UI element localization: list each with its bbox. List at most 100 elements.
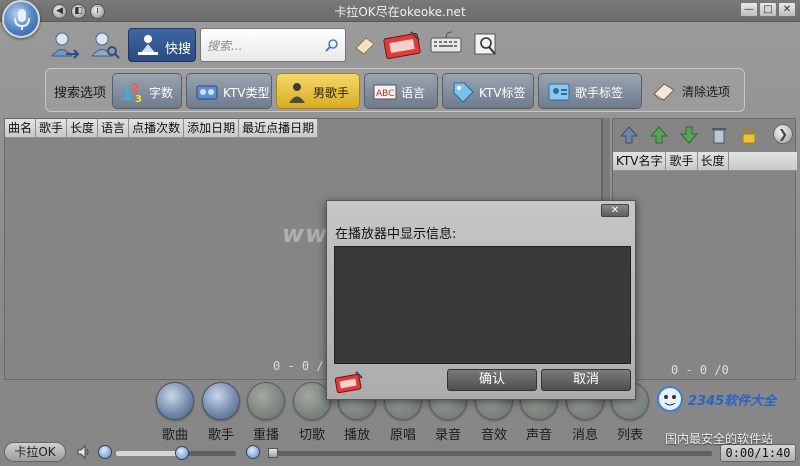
progress-handle[interactable] (268, 448, 278, 458)
option-digits-button[interactable]: 1 2 3 字数 (112, 73, 182, 109)
singers-label: 歌手 (207, 428, 234, 443)
column-last-played[interactable]: 最近点播日期 (239, 119, 319, 138)
search-box[interactable] (200, 28, 346, 62)
person-pointer-icon (138, 35, 158, 55)
clear-options-button[interactable]: 清除选项 (646, 73, 742, 109)
brand-logo-text: 2345软件大全 (688, 394, 777, 409)
volume-up-icon[interactable] (246, 445, 260, 459)
dialog-title: 在播放器中显示信息: (335, 227, 457, 242)
song-pager: 0 - 0 / (273, 359, 324, 373)
play-label: 播放 (343, 428, 370, 443)
keyboard-icon[interactable] (430, 30, 462, 60)
user-search-alt-icon[interactable] (90, 30, 120, 60)
close-button[interactable]: ✕ (778, 2, 796, 17)
playback-progress-bar[interactable] (268, 448, 712, 458)
svg-text:ABC: ABC (376, 89, 394, 99)
option-ktv-type-button[interactable]: KTV类型 (186, 73, 272, 109)
songs-button[interactable] (156, 382, 194, 420)
songs-label: 歌曲 (161, 428, 188, 443)
eraser-icon (653, 83, 675, 101)
playlist-pager: 0 - 0 /0 (671, 363, 729, 377)
cancel-button[interactable]: 取消 (541, 369, 631, 391)
column-ktv-name[interactable]: KTV名字 (613, 152, 667, 171)
microphone-logo[interactable] (2, 0, 40, 38)
search-icon[interactable] (325, 38, 339, 52)
option-ktv-tag-label: KTV标签 (479, 86, 526, 100)
song-table-header: 曲名 歌手 长度 语言 点播次数 添加日期 最近点播日期 (5, 119, 319, 138)
record-label: 录音 (434, 428, 461, 443)
replay-label: 重播 (252, 428, 279, 443)
singers-button[interactable] (202, 382, 240, 420)
ktv-tag-icon (453, 82, 474, 103)
move-down-icon[interactable] (679, 125, 699, 145)
column-title[interactable]: 曲名 (5, 119, 37, 138)
playlist-toolbar: ❯ (613, 119, 797, 151)
option-male-singer-label: 男歌手 (313, 86, 350, 100)
volume-down-icon[interactable] (98, 445, 112, 459)
column-language[interactable]: 语言 (98, 119, 130, 138)
karaoke-brand-button[interactable]: 卡拉OK (4, 442, 66, 462)
column-playlist-singer[interactable]: 歌手 (666, 152, 698, 171)
brand-tagline: 国内最安全的软件站 (665, 432, 774, 446)
move-top-icon[interactable] (619, 125, 639, 145)
option-singer-tag-button[interactable]: 歌手标签 (538, 73, 642, 109)
next-page-icon[interactable]: ❯ (773, 124, 793, 144)
option-ktv-type-label: KTV类型 (223, 86, 270, 100)
digits-icon: 1 2 3 (121, 81, 142, 104)
column-added-date[interactable]: 添加日期 (184, 119, 240, 138)
eraser-icon[interactable] (352, 32, 382, 62)
original-vocal-label: 原唱 (389, 428, 416, 443)
option-language-label: 语言 (401, 86, 426, 100)
skip-label: 切歌 (298, 428, 325, 443)
move-up-icon[interactable] (649, 125, 669, 145)
search-input[interactable] (207, 37, 319, 55)
microphone-icon (14, 9, 30, 30)
ktv-card-icon[interactable] (383, 28, 423, 59)
handwriting-search-icon[interactable] (473, 32, 503, 62)
confirm-button[interactable]: 确认 (447, 369, 537, 391)
back-mini-button[interactable]: ◀ (52, 4, 67, 19)
maximize-button[interactable]: □ (759, 2, 777, 17)
sound-effect-label: 音效 (480, 428, 507, 443)
message-input[interactable] (334, 246, 631, 364)
option-ktv-tag-button[interactable]: KTV标签 (442, 73, 534, 109)
minimize-button[interactable]: — (740, 2, 758, 17)
volume-fill (116, 451, 182, 456)
info-mini-button[interactable]: i (90, 4, 105, 19)
show-info-dialog: ✕ 在播放器中显示信息: 确认 取消 (326, 200, 636, 400)
option-digits-label: 字数 (149, 86, 174, 100)
voice-label: 声音 (525, 428, 552, 443)
messages-label: 消息 (571, 428, 598, 443)
trash-icon[interactable] (709, 125, 729, 145)
option-male-singer-button[interactable]: 男歌手 (276, 73, 360, 109)
singer-tag-icon (548, 83, 570, 101)
quick-search-label: 快搜 (165, 42, 192, 57)
volume-knob[interactable] (175, 446, 189, 460)
clear-options-label: 清除选项 (682, 85, 731, 99)
svg-text:3: 3 (135, 94, 142, 104)
search-options-label: 搜索选项 (54, 86, 107, 101)
column-length[interactable]: 长度 (67, 119, 99, 138)
lock-icon[interactable] (739, 125, 759, 145)
playlist-panel[interactable]: ❯ KTV名字 歌手 长度 0 - 0 /0 (612, 118, 797, 380)
replay-button[interactable] (247, 382, 285, 420)
quick-search-button[interactable]: 快搜 (128, 28, 196, 62)
language-icon: ABC (373, 84, 397, 100)
ktv-card-icon (334, 371, 363, 394)
column-play-count[interactable]: 点播次数 (129, 119, 185, 138)
playlist-table-header: KTV名字 歌手 长度 (613, 152, 797, 171)
title-bar[interactable]: 卡拉OK尽在okeoke.net ◀ ◧ i — □ ✕ (0, 0, 800, 22)
column-playlist-length[interactable]: 长度 (698, 152, 729, 171)
male-singer-icon (289, 83, 305, 103)
dialog-close-button[interactable]: ✕ (601, 204, 629, 217)
option-singer-tag-label: 歌手标签 (575, 86, 624, 100)
svg-text:2: 2 (131, 81, 139, 95)
column-singer[interactable]: 歌手 (36, 119, 68, 138)
user-search-icon[interactable] (50, 30, 80, 60)
search-options-bar: 搜索选项 1 2 3 字数 KTV类型 男歌手 ABC 语言 KTV标签 歌手标… (45, 68, 745, 112)
speaker-icon[interactable] (76, 444, 92, 460)
ktv-type-icon (196, 85, 218, 100)
playlist-label: 列表 (616, 428, 643, 443)
option-language-button[interactable]: ABC 语言 (364, 73, 438, 109)
skin-mini-button[interactable]: ◧ (71, 4, 86, 19)
